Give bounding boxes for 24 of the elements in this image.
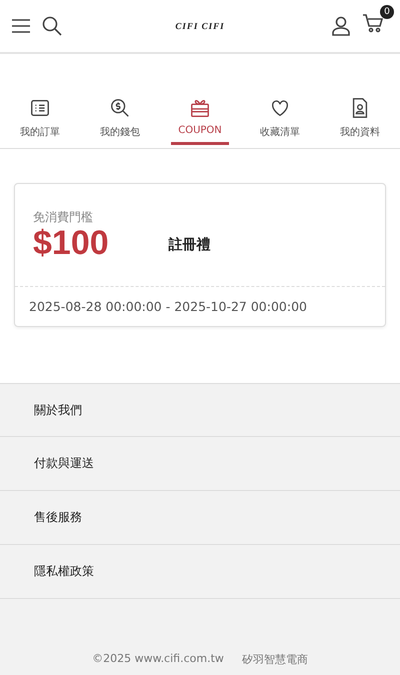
gift-icon bbox=[189, 97, 211, 119]
coupon-period: 2025-08-28 00:00:00 - 2025-10-27 00:00:00 bbox=[15, 286, 385, 326]
account-tab[interactable]: 收藏清單 bbox=[240, 97, 320, 148]
account-tab[interactable]: 我的資料 bbox=[320, 97, 400, 148]
copyright-text: ©2025 www.cifi.com.tw bbox=[92, 652, 224, 667]
coupon-amount: $100 bbox=[33, 226, 109, 260]
footer-menu-item[interactable]: 售後服務 bbox=[0, 491, 400, 545]
cart-count-badge: 0 bbox=[380, 5, 394, 19]
company-name: 矽羽智慧電商 bbox=[242, 652, 308, 667]
search-icon[interactable] bbox=[42, 16, 62, 36]
account-tab[interactable]: COUPON bbox=[160, 97, 240, 148]
account-tab[interactable]: 我的訂單 bbox=[0, 97, 80, 148]
footer-menu-item[interactable]: 隱私權政策 bbox=[0, 545, 400, 599]
account-tab[interactable]: 我的錢包 bbox=[80, 97, 160, 148]
menu-icon[interactable] bbox=[12, 18, 30, 34]
coupon-name: 註冊禮 bbox=[168, 236, 211, 254]
list-icon bbox=[29, 97, 51, 119]
dollar-search-icon bbox=[109, 97, 131, 119]
brand-logo[interactable]: CIFI CIFI bbox=[112, 21, 288, 31]
footer-menu-item[interactable]: 付款與運送 bbox=[0, 437, 400, 491]
footer-menu-item[interactable]: 關於我們 bbox=[0, 383, 400, 437]
coupon-threshold: 免消費門檻 bbox=[33, 209, 94, 226]
user-icon[interactable] bbox=[332, 16, 350, 36]
cart-icon[interactable] bbox=[362, 13, 384, 33]
